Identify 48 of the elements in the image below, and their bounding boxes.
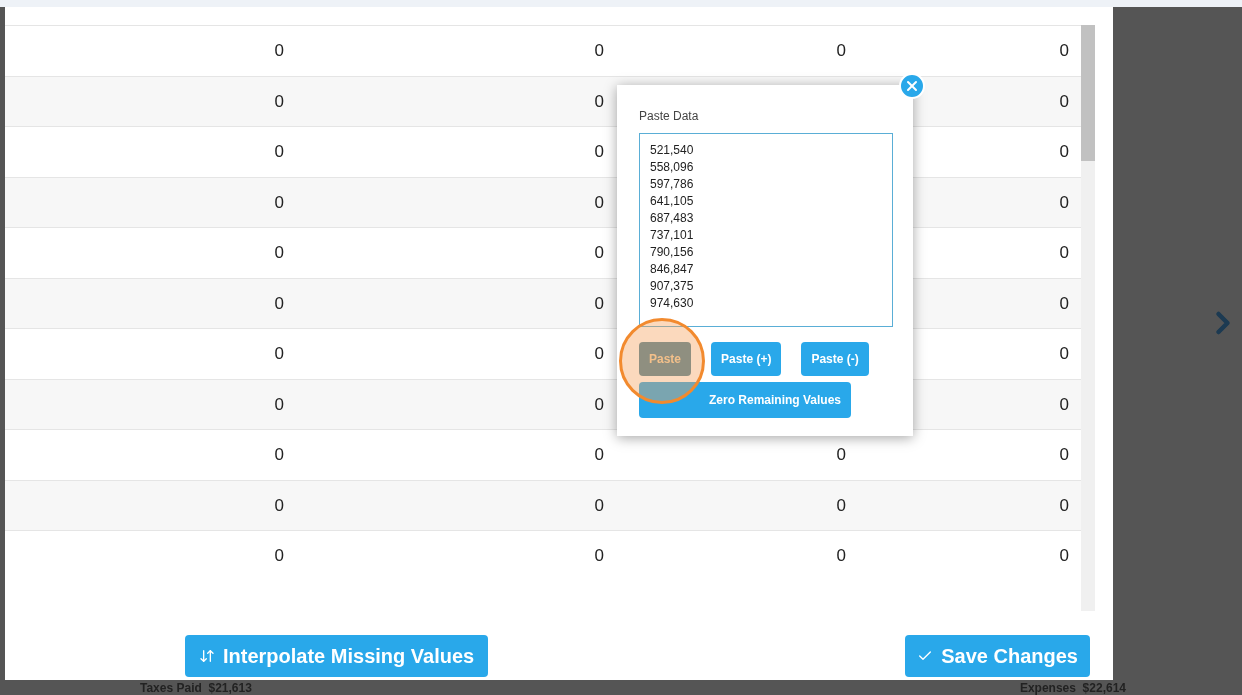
table-cell: 0 bbox=[274, 344, 284, 363]
table-cell: 0 bbox=[594, 41, 604, 60]
table-cell: 0 bbox=[594, 546, 604, 565]
table-cell: 0 bbox=[594, 445, 604, 464]
table-cell: 0 bbox=[274, 546, 284, 565]
table-cell: 0 bbox=[594, 293, 604, 313]
table-cell: 0 bbox=[836, 546, 846, 565]
table-cell: 0 bbox=[274, 445, 284, 464]
close-icon bbox=[904, 78, 920, 94]
table-cell: 0 bbox=[274, 192, 284, 212]
table-cell: 0 bbox=[274, 495, 284, 515]
table-cell: 0 bbox=[1059, 293, 1069, 313]
table-cell: 0 bbox=[594, 495, 604, 515]
table-cell: 0 bbox=[1059, 192, 1069, 212]
table-cell: 0 bbox=[1059, 495, 1069, 515]
zero-remaining-button[interactable]: Zero Remaining Values bbox=[639, 382, 852, 418]
table-cell: 0 bbox=[594, 91, 604, 111]
scrollbar[interactable] bbox=[1081, 25, 1095, 611]
table-cell: 0 bbox=[836, 41, 846, 60]
table-cell: 0 bbox=[274, 293, 284, 313]
table-cell: 0 bbox=[1059, 344, 1069, 363]
table-cell: 0 bbox=[1059, 91, 1069, 111]
table-cell: 0 bbox=[274, 394, 284, 414]
table-cell: 0 bbox=[1059, 243, 1069, 262]
table-cell: 0 bbox=[274, 41, 284, 60]
paste-button[interactable]: Paste (+) bbox=[711, 342, 782, 376]
table-cell: 0 bbox=[1059, 445, 1069, 464]
paste-button[interactable]: Paste (-) bbox=[801, 342, 869, 376]
table-cell: 0 bbox=[274, 243, 284, 262]
table-cell: 0 bbox=[1059, 142, 1069, 161]
table-cell: 0 bbox=[594, 243, 604, 262]
table-cell: 0 bbox=[1059, 41, 1069, 60]
table-cell: 0 bbox=[1059, 546, 1069, 565]
table-cell: 0 bbox=[594, 192, 604, 212]
sort-arrows-icon bbox=[199, 648, 215, 664]
table-cell: 0 bbox=[836, 445, 846, 464]
table-cell: 0 bbox=[594, 344, 604, 363]
table-cell: 0 bbox=[274, 142, 284, 161]
paste-data-label: Paste Data bbox=[639, 108, 700, 125]
paste-data-field[interactable]: 521,540 558,096 597,786 641,105 687,483 737,101 790,156 846,847 907,375 974,630 bbox=[639, 133, 893, 327]
table-cell: 0 bbox=[594, 142, 604, 161]
paste-button[interactable]: Paste bbox=[639, 342, 692, 376]
table-cell: 0 bbox=[594, 394, 604, 414]
save-changes-button[interactable]: Save Changes bbox=[905, 635, 1090, 677]
interpolate-button[interactable]: Interpolate Missing Values bbox=[185, 635, 489, 677]
table-cell: 0 bbox=[836, 495, 846, 515]
table-cell: 0 bbox=[274, 91, 284, 111]
table-cell: 0 bbox=[1059, 394, 1069, 414]
